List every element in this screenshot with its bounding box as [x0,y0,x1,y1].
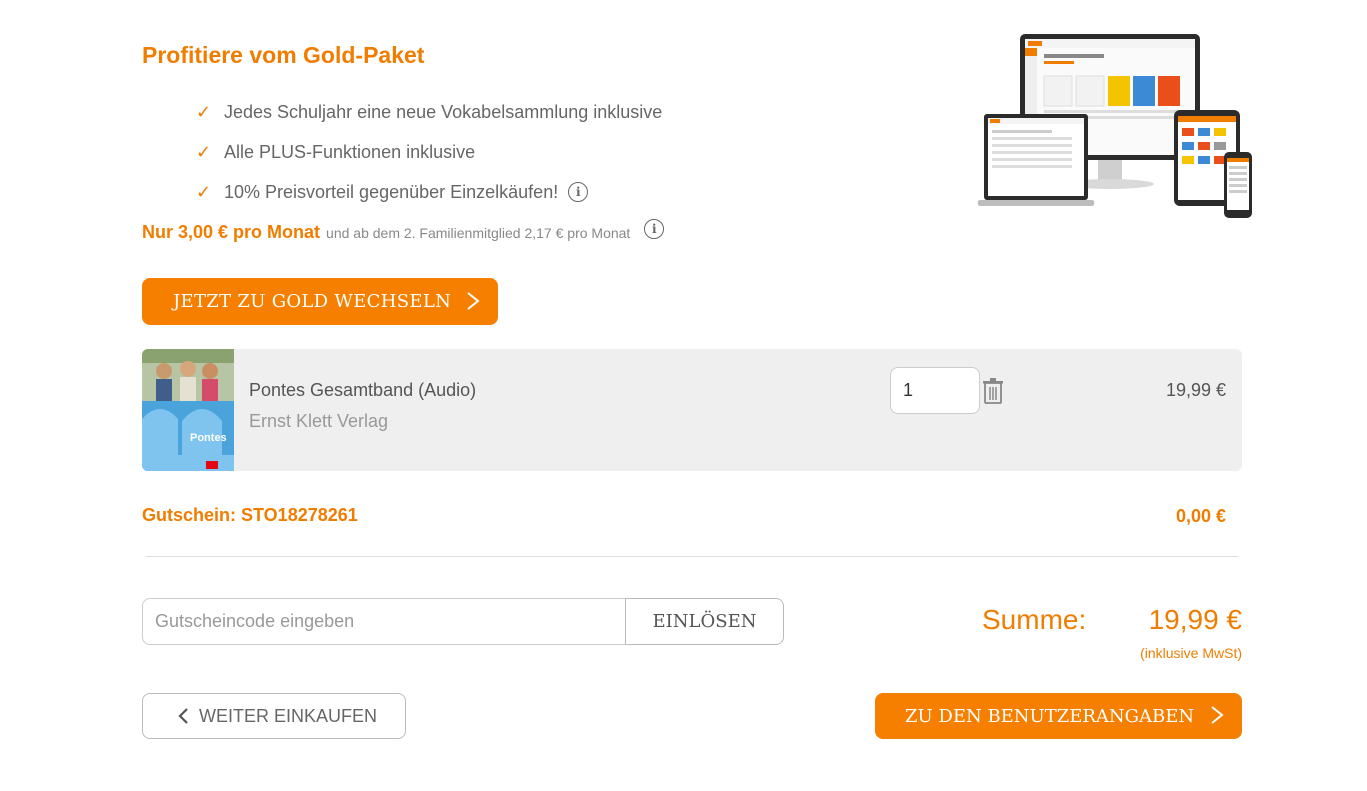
sum-value: 19,99 € [1148,604,1242,635]
devices-illustration [978,34,1252,218]
to-user-details-button[interactable]: ZU DEN BENUTZERANGABEN [875,693,1242,739]
switch-to-gold-label: JETZT ZU GOLD WECHSELN [173,291,452,312]
benefit-item: ✓ Jedes Schuljahr eine neue Vokabelsamml… [196,92,662,132]
check-icon: ✓ [196,181,212,202]
info-icon[interactable]: i [568,182,589,202]
divider [146,556,1238,557]
benefit-item: ✓ 10% Preisvorteil gegenüber Einzelkäufe… [196,172,662,212]
check-icon: ✓ [196,101,212,122]
voucher-amount: 0,00 € [1175,506,1226,526]
benefit-label: Jedes Schuljahr eine neue Vokabelsammlun… [224,101,663,122]
cart-item: Pontes Pontes Gesamtband (Audio) Ernst K… [142,349,1242,471]
benefit-item: ✓ Alle PLUS-Funktionen inklusive [196,132,662,172]
benefit-label: Alle PLUS-Funktionen inklusive [224,141,476,162]
sum-label: Summe: [982,604,1087,635]
product-publisher: Ernst Klett Verlag [249,411,389,431]
promo-price-strong: Nur 3,00 € pro Monat [142,222,321,242]
benefit-list: ✓ Jedes Schuljahr eine neue Vokabelsamml… [196,92,662,212]
redeem-button[interactable]: EINLÖSEN [625,598,784,645]
vat-note: (inklusive MwSt) [1140,645,1242,661]
product-cover-image: Pontes [142,349,234,471]
product-title: Pontes Gesamtband (Audio) [249,380,477,400]
chevron-left-icon [178,708,188,724]
product-cover: Pontes [142,349,234,471]
voucher-code-input[interactable] [142,598,626,645]
switch-to-gold-button[interactable]: JETZT ZU GOLD WECHSELN [142,278,498,325]
promo-price: Nur 3,00 € pro Monat und ab dem 2. Famil… [142,218,665,243]
promo-price-note: und ab dem 2. Familienmitglied 2,17 € pr… [326,224,631,241]
chevron-right-icon [467,292,480,310]
continue-shopping-button[interactable]: WEITER EINKAUFEN [142,693,406,739]
promo-title: Profitiere vom Gold-Paket [142,42,425,68]
benefit-label: 10% Preisvorteil gegenüber Einzelkäufen! [224,181,559,202]
product-price: 19,99 € [1165,380,1226,400]
continue-shopping-label: WEITER EINKAUFEN [199,705,378,726]
to-user-details-label: ZU DEN BENUTZERANGABEN [905,705,1195,727]
check-icon: ✓ [196,141,212,162]
voucher-label: Gutschein: STO18278261 [142,505,358,525]
info-icon[interactable]: i [644,218,665,239]
quantity-input[interactable] [890,367,980,414]
product-cover-text: Pontes [190,432,227,444]
chevron-right-icon [1211,706,1224,724]
trash-icon[interactable] [982,378,1004,404]
